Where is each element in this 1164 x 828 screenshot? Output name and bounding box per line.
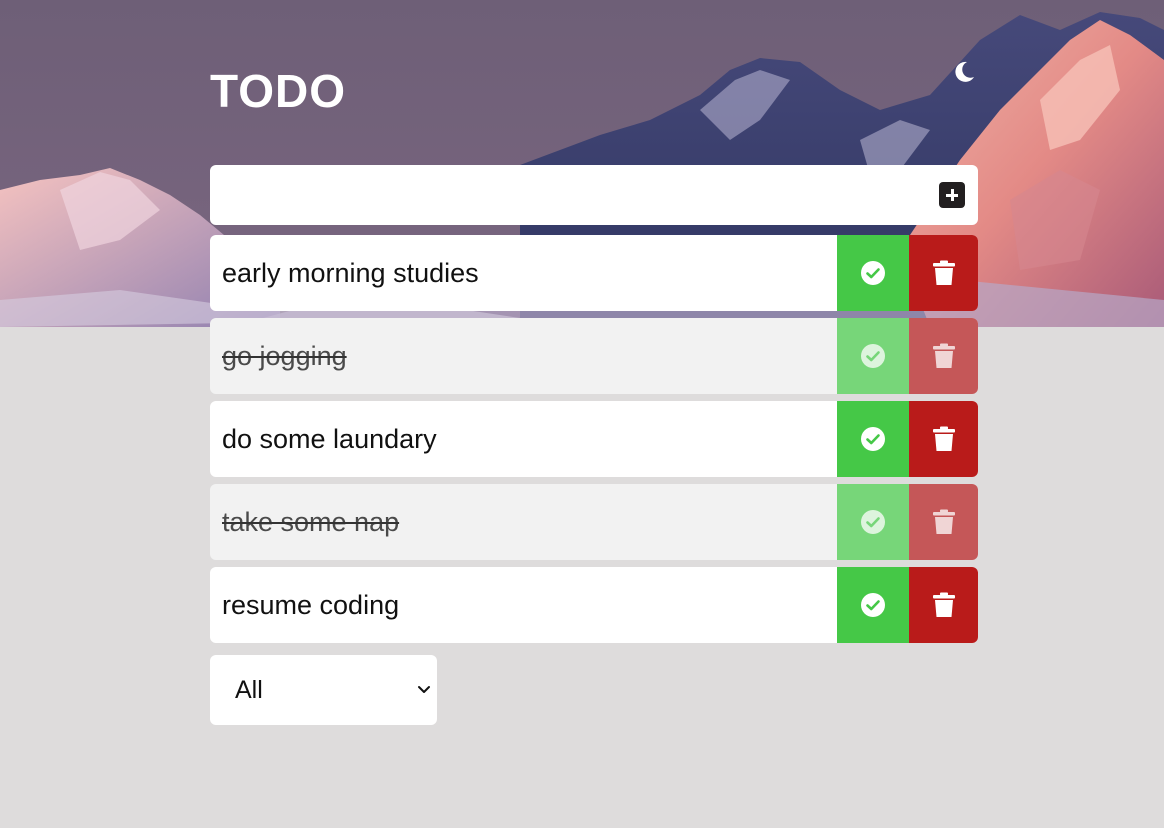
todo-item: do some laundary — [210, 401, 978, 477]
todo-label: take some nap — [222, 507, 400, 537]
check-circle-icon — [861, 427, 885, 451]
complete-button[interactable] — [837, 401, 909, 477]
theme-toggle-button[interactable] — [950, 58, 978, 86]
check-circle-icon — [861, 593, 885, 617]
trash-icon — [932, 426, 955, 451]
todo-list: early morning studies go jogging do some… — [210, 235, 978, 650]
todo-label: early morning studies — [222, 258, 479, 288]
todo-item: resume coding — [210, 567, 978, 643]
add-todo-button[interactable] — [939, 182, 965, 208]
check-circle-icon — [861, 261, 885, 285]
todo-label: do some laundary — [222, 424, 437, 454]
complete-button[interactable] — [837, 235, 909, 311]
trash-icon — [932, 509, 955, 534]
trash-icon — [932, 343, 955, 368]
todo-label: go jogging — [222, 341, 347, 371]
filter-select[interactable]: All — [210, 655, 437, 725]
todo-item: go jogging — [210, 318, 978, 394]
delete-button[interactable] — [909, 484, 978, 560]
trash-icon — [932, 260, 955, 285]
new-todo-form — [210, 165, 978, 225]
moon-icon — [955, 61, 974, 82]
complete-button[interactable] — [837, 567, 909, 643]
page-title: TODO — [210, 65, 347, 117]
check-circle-icon — [861, 344, 885, 368]
todo-item: early morning studies — [210, 235, 978, 311]
complete-button[interactable] — [837, 484, 909, 560]
delete-button[interactable] — [909, 235, 978, 311]
todo-label: resume coding — [222, 590, 400, 620]
trash-icon — [932, 592, 955, 617]
new-todo-input[interactable] — [210, 165, 920, 225]
filter-selected-value: All — [235, 676, 263, 704]
chevron-down-icon — [418, 686, 430, 693]
complete-button[interactable] — [837, 318, 909, 394]
check-circle-icon — [861, 510, 885, 534]
delete-button[interactable] — [909, 567, 978, 643]
delete-button[interactable] — [909, 401, 978, 477]
delete-button[interactable] — [909, 318, 978, 394]
todo-item: take some nap — [210, 484, 978, 560]
